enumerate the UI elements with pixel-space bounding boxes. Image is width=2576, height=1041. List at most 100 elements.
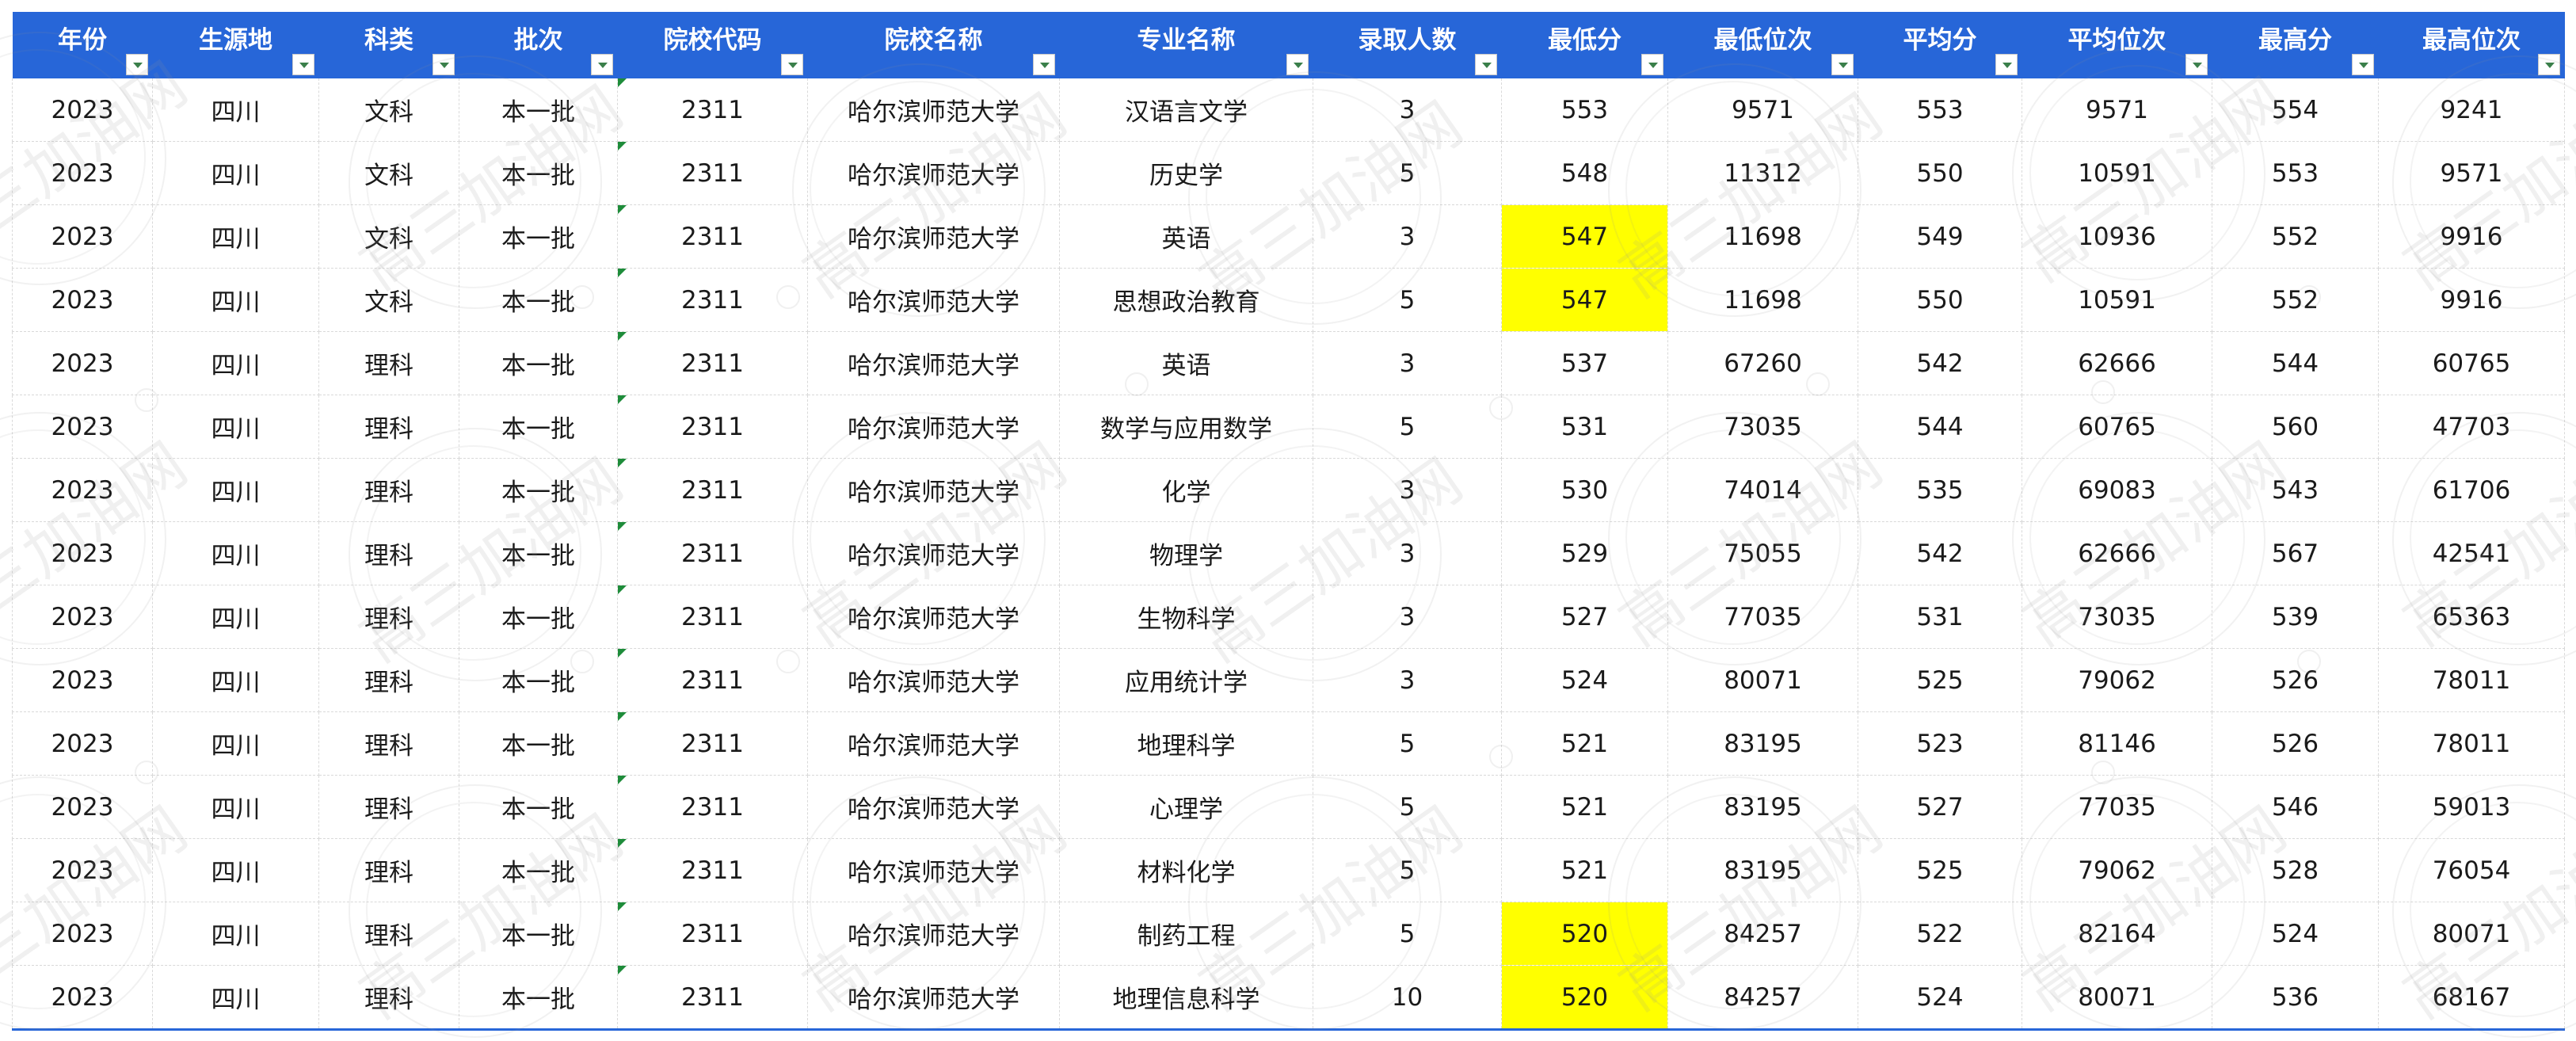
cell-min-score[interactable]: 524 (1501, 648, 1668, 712)
cell-max-score[interactable]: 539 (2212, 585, 2379, 649)
filter-dropdown-icon[interactable] (2537, 54, 2560, 75)
cell-batch[interactable]: 本一批 (459, 902, 618, 966)
cell-min-rank[interactable]: 84257 (1667, 965, 1858, 1031)
cell-year[interactable]: 2023 (12, 268, 153, 332)
cell-max-rank[interactable]: 65363 (2378, 585, 2565, 649)
cell-school-code[interactable]: 2311 (617, 711, 808, 776)
cell-max-score[interactable]: 552 (2212, 268, 2379, 332)
cell-category[interactable]: 理科 (318, 838, 459, 902)
cell-school-code[interactable]: 2311 (617, 141, 808, 205)
cell-avg-score[interactable]: 549 (1858, 204, 2022, 269)
cell-origin[interactable]: 四川 (152, 458, 319, 522)
cell-avg-rank[interactable]: 77035 (2022, 775, 2212, 839)
filter-dropdown-icon[interactable] (590, 54, 613, 75)
cell-batch[interactable]: 本一批 (459, 268, 618, 332)
cell-category[interactable]: 理科 (318, 648, 459, 712)
cell-admitted[interactable]: 5 (1313, 775, 1502, 839)
cell-origin[interactable]: 四川 (152, 331, 319, 395)
cell-min-rank[interactable]: 75055 (1667, 521, 1858, 585)
filter-dropdown-icon[interactable] (292, 54, 314, 75)
cell-major[interactable]: 应用统计学 (1059, 648, 1313, 712)
cell-major[interactable]: 英语 (1059, 331, 1313, 395)
cell-avg-score[interactable]: 523 (1858, 711, 2022, 776)
cell-min-rank[interactable]: 83195 (1667, 838, 1858, 902)
cell-avg-rank[interactable]: 62666 (2022, 521, 2212, 585)
cell-min-rank[interactable]: 83195 (1667, 775, 1858, 839)
cell-school-code[interactable]: 2311 (617, 775, 808, 839)
cell-year[interactable]: 2023 (12, 458, 153, 522)
cell-origin[interactable]: 四川 (152, 775, 319, 839)
cell-major[interactable]: 历史学 (1059, 141, 1313, 205)
cell-min-score[interactable]: 537 (1501, 331, 1668, 395)
cell-category[interactable]: 理科 (318, 902, 459, 966)
cell-avg-score[interactable]: 535 (1858, 458, 2022, 522)
cell-school-code[interactable]: 2311 (617, 458, 808, 522)
cell-year[interactable]: 2023 (12, 78, 153, 142)
cell-origin[interactable]: 四川 (152, 838, 319, 902)
cell-school-name[interactable]: 哈尔滨师范大学 (807, 521, 1060, 585)
cell-admitted[interactable]: 5 (1313, 711, 1502, 776)
cell-year[interactable]: 2023 (12, 521, 153, 585)
cell-admitted[interactable]: 3 (1313, 458, 1502, 522)
cell-batch[interactable]: 本一批 (459, 775, 618, 839)
cell-major[interactable]: 地理信息科学 (1059, 965, 1313, 1031)
cell-avg-score[interactable]: 525 (1858, 648, 2022, 712)
filter-dropdown-icon[interactable] (2351, 54, 2374, 75)
cell-admitted[interactable]: 5 (1313, 268, 1502, 332)
cell-batch[interactable]: 本一批 (459, 965, 618, 1031)
cell-year[interactable]: 2023 (12, 902, 153, 966)
cell-min-score[interactable]: 548 (1501, 141, 1668, 205)
cell-avg-score[interactable]: 542 (1858, 331, 2022, 395)
filter-dropdown-icon[interactable] (125, 54, 148, 75)
cell-major[interactable]: 地理科学 (1059, 711, 1313, 776)
cell-batch[interactable]: 本一批 (459, 521, 618, 585)
cell-max-score[interactable]: 536 (2212, 965, 2379, 1031)
cell-school-name[interactable]: 哈尔滨师范大学 (807, 585, 1060, 649)
cell-avg-rank[interactable]: 10591 (2022, 141, 2212, 205)
cell-admitted[interactable]: 3 (1313, 648, 1502, 712)
cell-min-rank[interactable]: 77035 (1667, 585, 1858, 649)
cell-school-name[interactable]: 哈尔滨师范大学 (807, 268, 1060, 332)
cell-origin[interactable]: 四川 (152, 711, 319, 776)
cell-min-score[interactable]: 521 (1501, 775, 1668, 839)
cell-max-score[interactable]: 553 (2212, 141, 2379, 205)
cell-avg-rank[interactable]: 62666 (2022, 331, 2212, 395)
filter-dropdown-icon[interactable] (1831, 54, 1854, 75)
cell-batch[interactable]: 本一批 (459, 585, 618, 649)
cell-batch[interactable]: 本一批 (459, 78, 618, 142)
cell-school-code[interactable]: 2311 (617, 395, 808, 459)
cell-max-score[interactable]: 544 (2212, 331, 2379, 395)
filter-dropdown-icon[interactable] (1995, 54, 2018, 75)
cell-min-score[interactable]: 531 (1501, 395, 1668, 459)
cell-avg-score[interactable]: 531 (1858, 585, 2022, 649)
cell-batch[interactable]: 本一批 (459, 838, 618, 902)
cell-batch[interactable]: 本一批 (459, 141, 618, 205)
cell-school-name[interactable]: 哈尔滨师范大学 (807, 965, 1060, 1031)
cell-school-name[interactable]: 哈尔滨师范大学 (807, 458, 1060, 522)
cell-school-name[interactable]: 哈尔滨师范大学 (807, 395, 1060, 459)
cell-batch[interactable]: 本一批 (459, 331, 618, 395)
cell-max-rank[interactable]: 78011 (2378, 648, 2565, 712)
cell-admitted[interactable]: 5 (1313, 395, 1502, 459)
cell-school-code[interactable]: 2311 (617, 78, 808, 142)
cell-origin[interactable]: 四川 (152, 141, 319, 205)
cell-avg-rank[interactable]: 60765 (2022, 395, 2212, 459)
cell-max-score[interactable]: 567 (2212, 521, 2379, 585)
filter-dropdown-icon[interactable] (1286, 54, 1309, 75)
cell-school-name[interactable]: 哈尔滨师范大学 (807, 711, 1060, 776)
cell-max-score[interactable]: 546 (2212, 775, 2379, 839)
cell-min-rank[interactable]: 73035 (1667, 395, 1858, 459)
cell-max-rank[interactable]: 9571 (2378, 141, 2565, 205)
cell-max-rank[interactable]: 60765 (2378, 331, 2565, 395)
cell-min-rank[interactable]: 67260 (1667, 331, 1858, 395)
cell-year[interactable]: 2023 (12, 775, 153, 839)
cell-max-rank[interactable]: 9916 (2378, 204, 2565, 269)
cell-avg-rank[interactable]: 81146 (2022, 711, 2212, 776)
cell-origin[interactable]: 四川 (152, 902, 319, 966)
cell-category[interactable]: 理科 (318, 965, 459, 1031)
cell-max-rank[interactable]: 68167 (2378, 965, 2565, 1031)
cell-school-code[interactable]: 2311 (617, 204, 808, 269)
cell-school-code[interactable]: 2311 (617, 838, 808, 902)
cell-major[interactable]: 生物科学 (1059, 585, 1313, 649)
cell-admitted[interactable]: 3 (1313, 78, 1502, 142)
